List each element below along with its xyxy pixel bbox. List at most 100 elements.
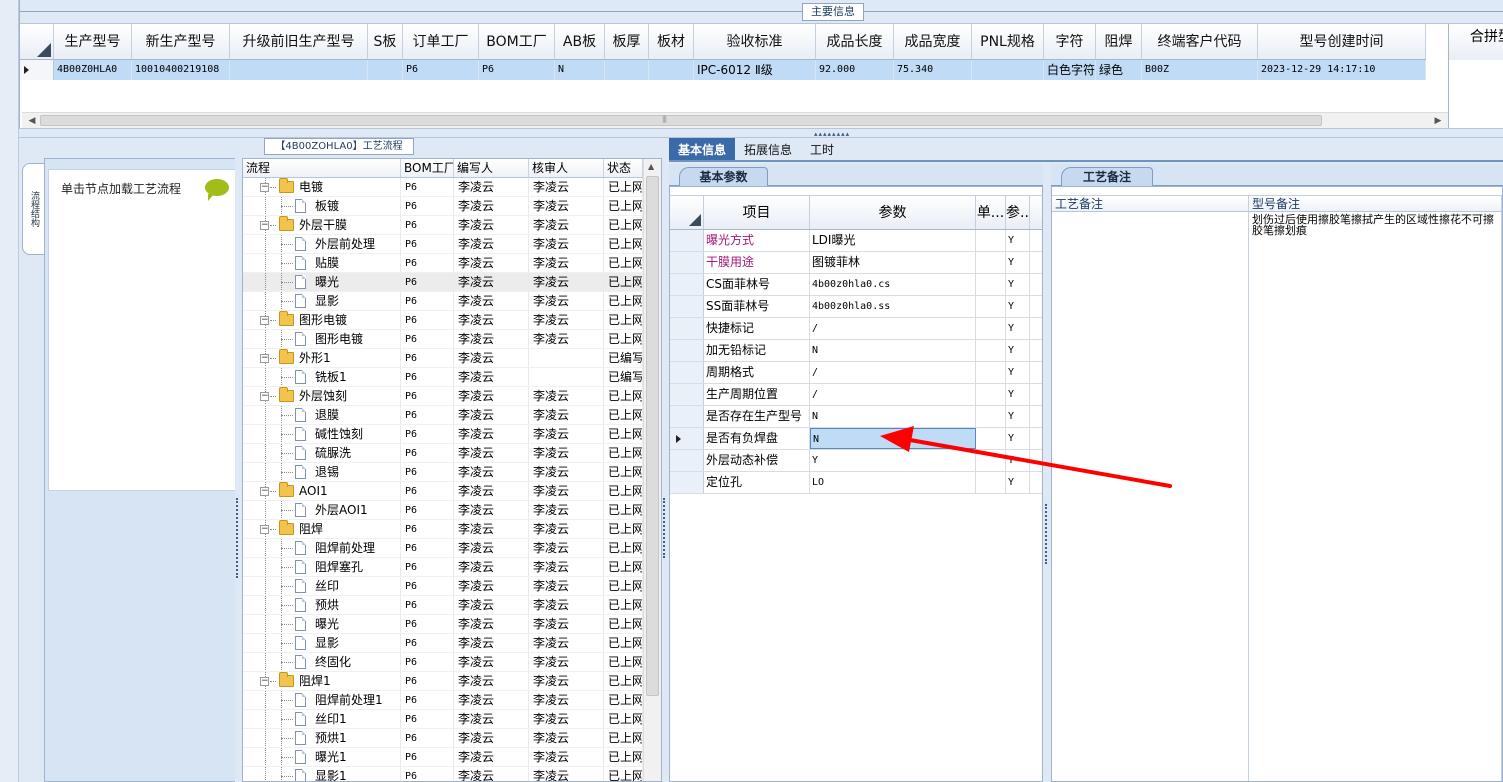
column-header[interactable]: 单... bbox=[976, 196, 1006, 229]
tree-row[interactable]: − 阻焊1 P6 李凌云 李凌云 已上网 bbox=[243, 672, 643, 691]
param-value-cell[interactable]: / bbox=[810, 362, 976, 383]
row-header[interactable] bbox=[670, 230, 704, 251]
table-cell[interactable]: 4B00Z0HLA0 bbox=[54, 60, 132, 80]
tree-node[interactable]: 外层前处理 bbox=[243, 235, 401, 253]
column-header[interactable]: 板材 bbox=[649, 24, 694, 59]
param-unit-cell[interactable] bbox=[976, 406, 1006, 427]
horizontal-splitter[interactable]: ▴▴▴▴▴▴▴▴ bbox=[19, 128, 1503, 138]
param-flag-cell[interactable]: Y bbox=[1006, 406, 1030, 427]
column-header[interactable]: 项目 bbox=[704, 196, 810, 229]
param-unit-cell[interactable] bbox=[976, 362, 1006, 383]
model-note-column-header[interactable]: 型号备注 bbox=[1249, 196, 1502, 211]
tab-extended-info[interactable]: 拓展信息 bbox=[735, 138, 801, 160]
column-header[interactable]: 参数 bbox=[810, 196, 976, 229]
scroll-thumb[interactable] bbox=[646, 176, 659, 696]
param-flag-cell[interactable]: Y bbox=[1006, 472, 1030, 493]
column-header[interactable]: 参... bbox=[1006, 196, 1030, 229]
column-header[interactable]: 订单工厂 bbox=[403, 24, 479, 59]
table-cell[interactable]: 92.000 bbox=[816, 60, 894, 80]
tree-row[interactable]: − 外形1 P6 李凌云 已编写 bbox=[243, 349, 643, 368]
column-header[interactable]: 终端客户代码 bbox=[1142, 24, 1258, 59]
column-header[interactable]: PNL规格 bbox=[972, 24, 1044, 59]
row-header[interactable] bbox=[670, 472, 704, 493]
tree-node[interactable]: − 阻焊 bbox=[243, 520, 401, 538]
param-value-cell[interactable]: LDI曝光 bbox=[810, 230, 976, 251]
column-header[interactable]: 新生产型号 bbox=[132, 24, 230, 59]
table-cell[interactable]: P6 bbox=[479, 60, 555, 80]
table-cell[interactable] bbox=[368, 60, 403, 80]
collapse-toggle-icon[interactable]: − bbox=[260, 221, 269, 230]
table-cell[interactable] bbox=[230, 60, 368, 80]
row-header[interactable] bbox=[670, 384, 704, 405]
param-flag-cell[interactable]: Y bbox=[1006, 384, 1030, 405]
tree-row[interactable]: 曝光1 P6 李凌云 李凌云 已上网 bbox=[243, 748, 643, 767]
main-grid-row[interactable]: 4B00Z0HLA0 10010400219108 P6 P6 N IPC-6012 Ⅱ级… bbox=[20, 60, 1426, 80]
tree-node[interactable]: 外层AOI1 bbox=[243, 501, 401, 519]
tree-row[interactable]: − 阻焊 P6 李凌云 李凌云 已上网 bbox=[243, 520, 643, 539]
tree-row[interactable]: 显影1 P6 李凌云 李凌云 已上网 bbox=[243, 767, 643, 781]
param-flag-cell[interactable]: Y bbox=[1006, 296, 1030, 317]
tree-node[interactable]: 终固化 bbox=[243, 653, 401, 671]
column-header[interactable]: 型号创建时间 bbox=[1258, 24, 1426, 59]
table-cell[interactable]: N bbox=[555, 60, 605, 80]
param-unit-cell[interactable] bbox=[976, 340, 1006, 361]
current-row-indicator-icon[interactable] bbox=[670, 428, 704, 449]
param-value-cell[interactable]: N bbox=[810, 340, 976, 361]
tree-node[interactable]: 阻焊塞孔 bbox=[243, 558, 401, 576]
table-cell[interactable]: IPC-6012 Ⅱ级 bbox=[694, 60, 816, 80]
column-header[interactable]: 成品宽度 bbox=[894, 24, 972, 59]
tree-row[interactable]: 退膜 P6 李凌云 李凌云 已上网 bbox=[243, 406, 643, 425]
column-header[interactable]: 状态 bbox=[604, 159, 643, 177]
collapse-toggle-icon[interactable]: − bbox=[260, 525, 269, 534]
param-value-cell[interactable]: N bbox=[810, 406, 976, 427]
tree-row[interactable]: 丝印1 P6 李凌云 李凌云 已上网 bbox=[243, 710, 643, 729]
row-header[interactable] bbox=[670, 340, 704, 361]
param-flag-cell[interactable]: Y bbox=[1006, 362, 1030, 383]
param-flag-cell[interactable]: Y bbox=[1006, 340, 1030, 361]
tree-row[interactable]: 预烘 P6 李凌云 李凌云 已上网 bbox=[243, 596, 643, 615]
table-cell[interactable] bbox=[972, 60, 1044, 80]
row-header[interactable] bbox=[670, 318, 704, 339]
tree-row[interactable]: − 外层干膜 P6 李凌云 李凌云 已上网 bbox=[243, 216, 643, 235]
tree-node[interactable]: − 阻焊1 bbox=[243, 672, 401, 690]
param-value-cell[interactable]: LO bbox=[810, 472, 976, 493]
param-row[interactable]: 加无铅标记 N Y bbox=[670, 340, 1042, 362]
row-header[interactable] bbox=[670, 296, 704, 317]
param-unit-cell[interactable] bbox=[976, 296, 1006, 317]
vertical-splitter[interactable] bbox=[235, 158, 242, 782]
tree-row[interactable]: 预烘1 P6 李凌云 李凌云 已上网 bbox=[243, 729, 643, 748]
table-cell[interactable]: 75.340 bbox=[894, 60, 972, 80]
column-header[interactable]: AB板 bbox=[555, 24, 605, 59]
row-header[interactable] bbox=[670, 274, 704, 295]
column-header[interactable]: 生产型号 bbox=[54, 24, 132, 59]
column-header[interactable]: 流程 bbox=[243, 159, 401, 177]
column-header[interactable]: 编写人 bbox=[454, 159, 529, 177]
tree-row[interactable]: 显影 P6 李凌云 李凌云 已上网 bbox=[243, 292, 643, 311]
table-cell[interactable]: 10010400219108 bbox=[132, 60, 230, 80]
param-value-cell[interactable]: 图镀菲林 bbox=[810, 252, 976, 273]
tree-row[interactable]: 外层前处理 P6 李凌云 李凌云 已上网 bbox=[243, 235, 643, 254]
tree-node[interactable]: − 外层干膜 bbox=[243, 216, 401, 234]
table-cell[interactable]: P6 bbox=[403, 60, 479, 80]
tree-node[interactable]: 硫脲洗 bbox=[243, 444, 401, 462]
tree-node[interactable]: 曝光 bbox=[243, 273, 401, 291]
tree-node[interactable]: 退锡 bbox=[243, 463, 401, 481]
model-note-cell[interactable]: 划伤过后使用擦胶笔擦拭产生的区域性擦花不可擦胶笔擦划痕 bbox=[1249, 212, 1502, 781]
tree-node[interactable]: 曝光1 bbox=[243, 748, 401, 766]
param-flag-cell[interactable]: Y bbox=[1006, 252, 1030, 273]
scroll-left-icon[interactable]: ◀ bbox=[24, 114, 40, 128]
param-unit-cell[interactable] bbox=[976, 274, 1006, 295]
table-cell[interactable]: 白色字符 bbox=[1044, 60, 1096, 80]
param-row[interactable]: 外层动态补偿 Y Y bbox=[670, 450, 1042, 472]
vertical-splitter[interactable] bbox=[662, 138, 669, 782]
table-cell[interactable] bbox=[605, 60, 649, 80]
param-unit-cell[interactable] bbox=[976, 428, 1006, 449]
param-value-cell[interactable]: / bbox=[810, 318, 976, 339]
params-grid-corner[interactable] bbox=[670, 196, 704, 229]
collapse-toggle-icon[interactable]: − bbox=[260, 677, 269, 686]
tree-row[interactable]: 曝光 P6 李凌云 李凌云 已上网 bbox=[243, 273, 643, 292]
table-cell[interactable]: 2023-12-29 14:17:10 bbox=[1258, 60, 1426, 80]
param-unit-cell[interactable] bbox=[976, 472, 1006, 493]
param-unit-cell[interactable] bbox=[976, 230, 1006, 251]
tree-node[interactable]: − 外形1 bbox=[243, 349, 401, 367]
